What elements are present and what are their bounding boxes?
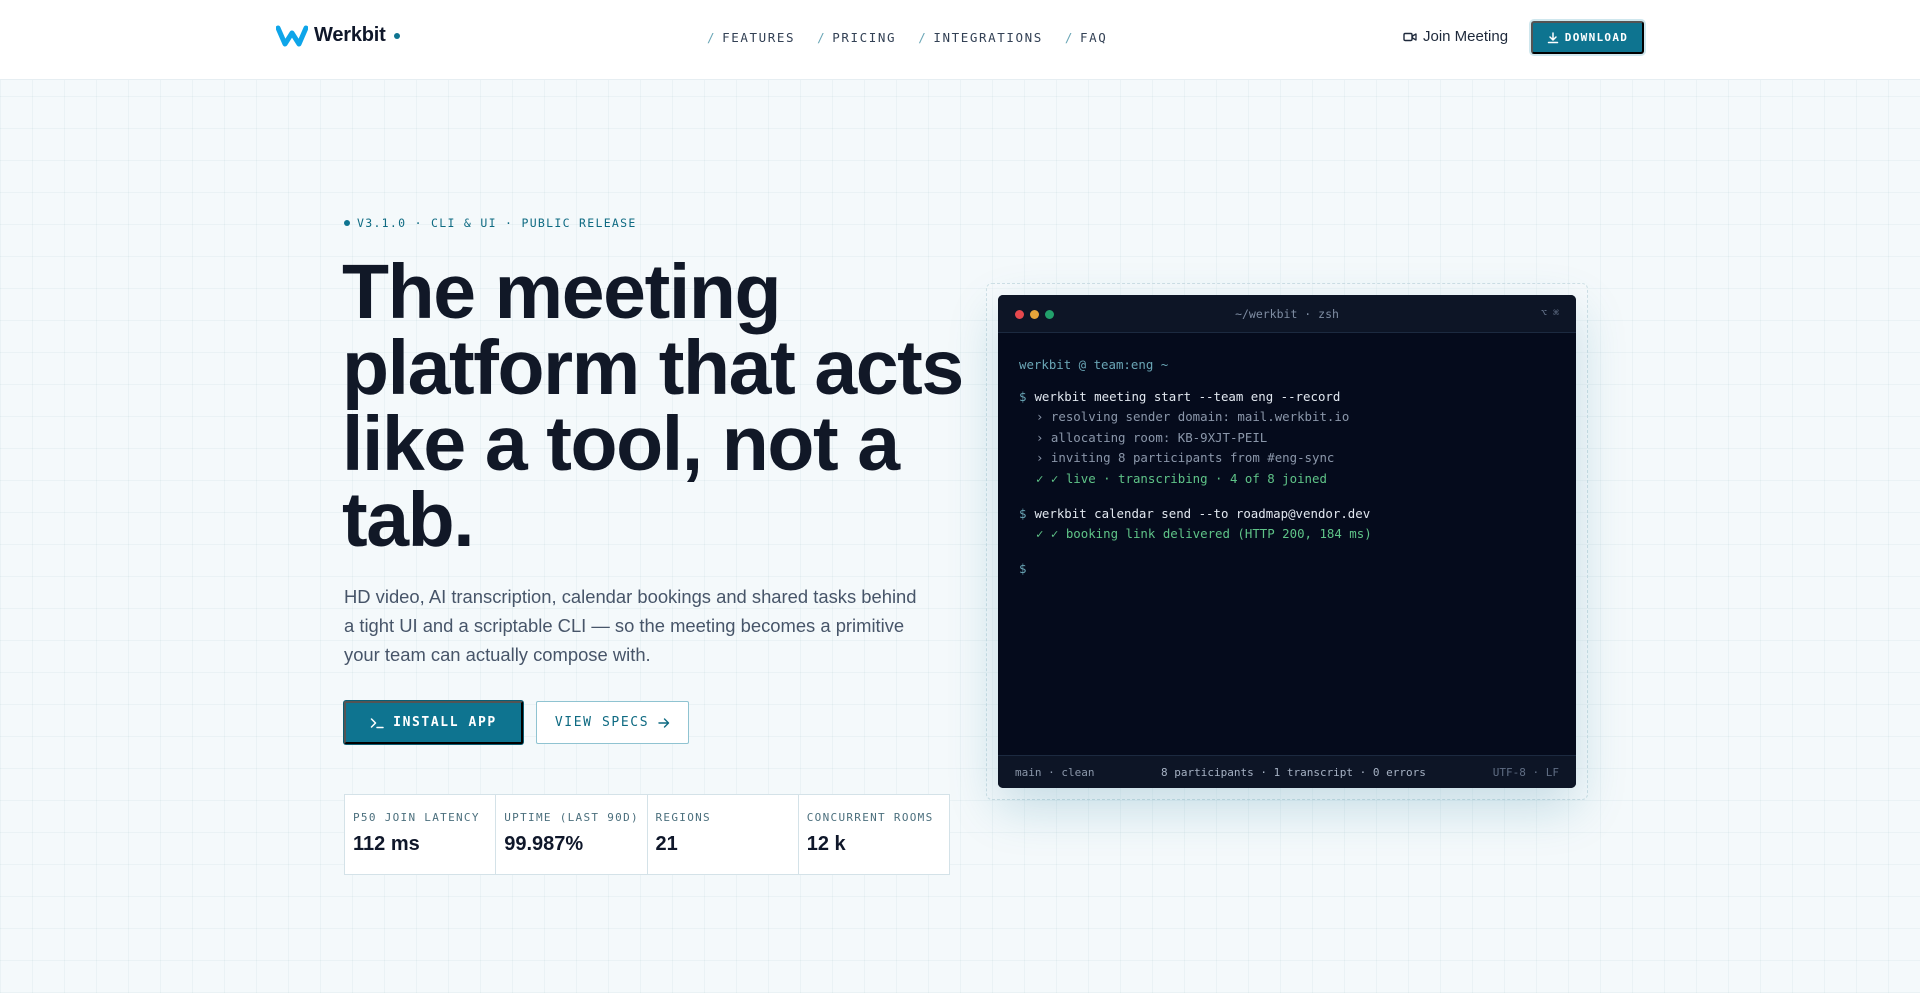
brand-logo-link[interactable]: Werkbit (276, 24, 400, 47)
stat-label: P50 JOIN LATENCY (353, 811, 480, 824)
stat-value: 12 k (806, 833, 846, 855)
top-navbar: Werkbit / FEATURES / PRICING / INTEGRATI… (0, 0, 1920, 80)
keyboard-shortcut-hint: ⌥ ⌘ (1540, 308, 1559, 319)
download-button[interactable]: DOWNLOAD (1531, 21, 1644, 54)
terminal-success-line: ✓ ✓ booking link delivered (HTTP 200, 18… (1036, 526, 1372, 542)
brand-dot (393, 32, 400, 39)
brand-name: Werkbit (314, 24, 386, 46)
release-badge-text: V3.1.0 · CLI & UI · PUBLIC RELEASE (357, 216, 637, 230)
terminal-window: ~/werkbit · zsh ⌥ ⌘ werkbit @ team:eng ~… (998, 295, 1576, 788)
terminal-command-line: $ werkbit calendar send --to roadmap@vend… (1019, 504, 1559, 525)
nav-link-faq[interactable]: / FAQ (1065, 30, 1108, 45)
stat-concurrent-rooms: CONCURRENT ROOMS 12 k (799, 795, 949, 874)
stat-value: 21 (655, 833, 678, 855)
nav-link-label: PRICING (832, 30, 897, 45)
terminal-output: werkbit @ team:eng ~ $ werkbit meeting st… (1019, 355, 1559, 579)
view-specs-label: VIEW SPECS (554, 715, 650, 730)
stat-value: 99.987% (504, 833, 584, 855)
install-app-label: INSTALL APP (393, 715, 497, 730)
terminal-output-line: › inviting 8 participants from #eng-sync (1036, 450, 1335, 466)
command-text: werkbit calendar send --to roadmap@vendo… (1034, 505, 1371, 521)
stat-join-latency: P50 JOIN LATENCY 112 ms (345, 795, 497, 874)
view-specs-button[interactable]: VIEW SPECS (536, 701, 689, 744)
download-label: DOWNLOAD (1564, 31, 1629, 44)
terminal-titlebar: ~/werkbit · zsh ⌥ ⌘ (998, 295, 1576, 333)
terminal-statusbar: main · clean 8 participants · 1 transcri… (998, 755, 1576, 788)
terminal-prompt-line: werkbit @ team:eng ~ (1019, 357, 1169, 372)
download-icon (1547, 31, 1559, 43)
release-badge: V3.1.0 · CLI & UI · PUBLIC RELEASE (344, 216, 637, 230)
join-meeting-link[interactable]: Join Meeting (1403, 28, 1508, 45)
terminal-command-line: $ werkbit meeting start --team eng --reco… (1019, 387, 1559, 408)
nav-slash: / (918, 30, 928, 45)
terminal-input-prompt[interactable]: $ (1019, 559, 1559, 580)
status-branch: main · clean (1015, 766, 1095, 779)
stat-regions: REGIONS 21 (648, 795, 799, 874)
terminal-prompt-icon (370, 717, 384, 728)
stat-label: UPTIME (LAST 90D) (504, 811, 639, 824)
nav-link-features[interactable]: / FEATURES (707, 30, 795, 45)
nav-link-label: FEATURES (722, 30, 796, 45)
werkbit-w-logo-icon (276, 25, 308, 46)
nav-slash: / (707, 30, 717, 45)
stat-label: CONCURRENT ROOMS (806, 811, 934, 824)
join-meeting-label: Join Meeting (1423, 28, 1509, 45)
video-camera-icon (1403, 32, 1417, 41)
status-encoding: UTF-8 · LF (1492, 766, 1559, 779)
badge-dot (344, 220, 350, 226)
nav-slash: / (1064, 30, 1074, 45)
terminal-output-line: › resolving sender domain: mail.werkbit.… (1036, 409, 1350, 425)
hero-subtext: HD video, AI transcription, calendar boo… (344, 586, 917, 665)
hero-headline: The meeting platform that acts like a to… (342, 249, 964, 563)
nav-link-integrations[interactable]: / INTEGRATIONS (918, 30, 1043, 45)
stats-panel: P50 JOIN LATENCY 112 ms UPTIME (LAST 90D… (344, 794, 950, 875)
stat-value: 112 ms (353, 833, 420, 855)
status-summary: 8 participants · 1 transcript · 0 errors (1161, 766, 1426, 779)
nav-link-label: INTEGRATIONS (933, 30, 1043, 45)
terminal-output-line: › allocating room: KB-9XJT-PEIL (1036, 429, 1268, 445)
dollar-sign: $ (1019, 388, 1027, 404)
nav-slash: / (817, 30, 827, 45)
command-text: werkbit meeting start --team eng --recor… (1034, 388, 1341, 404)
stat-label: REGIONS (655, 811, 711, 824)
nav-link-label: FAQ (1079, 30, 1108, 45)
stat-uptime: UPTIME (LAST 90D) 99.987% (496, 795, 648, 874)
nav-link-pricing[interactable]: / PRICING (817, 30, 896, 45)
arrow-right-icon (658, 717, 670, 728)
install-app-button[interactable]: INSTALL APP (344, 701, 523, 744)
primary-nav: / FEATURES / PRICING / INTEGRATIONS / FA… (707, 30, 1107, 45)
dollar-sign: $ (1019, 505, 1027, 521)
terminal-title: ~/werkbit · zsh (1235, 307, 1339, 321)
terminal-success-line: ✓ ✓ live · transcribing · 4 of 8 joined (1036, 470, 1327, 486)
